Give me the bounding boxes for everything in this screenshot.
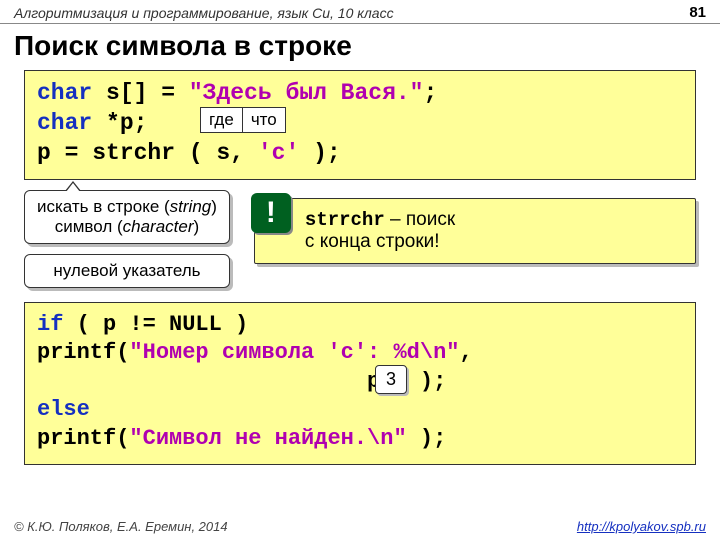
exclamation-icon: ! [251,193,291,233]
warning-strrchr: ! strrchr – поиск с конца строки! [254,198,696,264]
copyright: © К.Ю. Поляков, Е.А. Еремин, 2014 [14,519,228,534]
callout-null-pointer: нулевой указатель [24,254,230,288]
label-what: что [243,107,286,133]
course-name: Алгоритмизация и программирование, язык … [14,5,394,21]
code-block-1: char s[] = "Здесь был Вася."; char *p; p… [24,70,696,180]
slide-footer: © К.Ю. Поляков, Е.А. Еремин, 2014 http:/… [0,519,720,534]
result-value: 3 [375,365,407,394]
code-block-2: if ( p != NULL ) printf("Номер символа '… [24,302,696,465]
slide-header: Алгоритмизация и программирование, язык … [0,0,720,24]
arg-labels: где что [200,107,286,133]
page-number: 81 [689,4,706,21]
slide-title: Поиск символа в строке [0,24,720,70]
footer-link[interactable]: http://kpolyakov.spb.ru [577,519,706,534]
callout-string-character: искать в строке (string) символ (charact… [24,190,230,244]
label-where: где [200,107,243,133]
